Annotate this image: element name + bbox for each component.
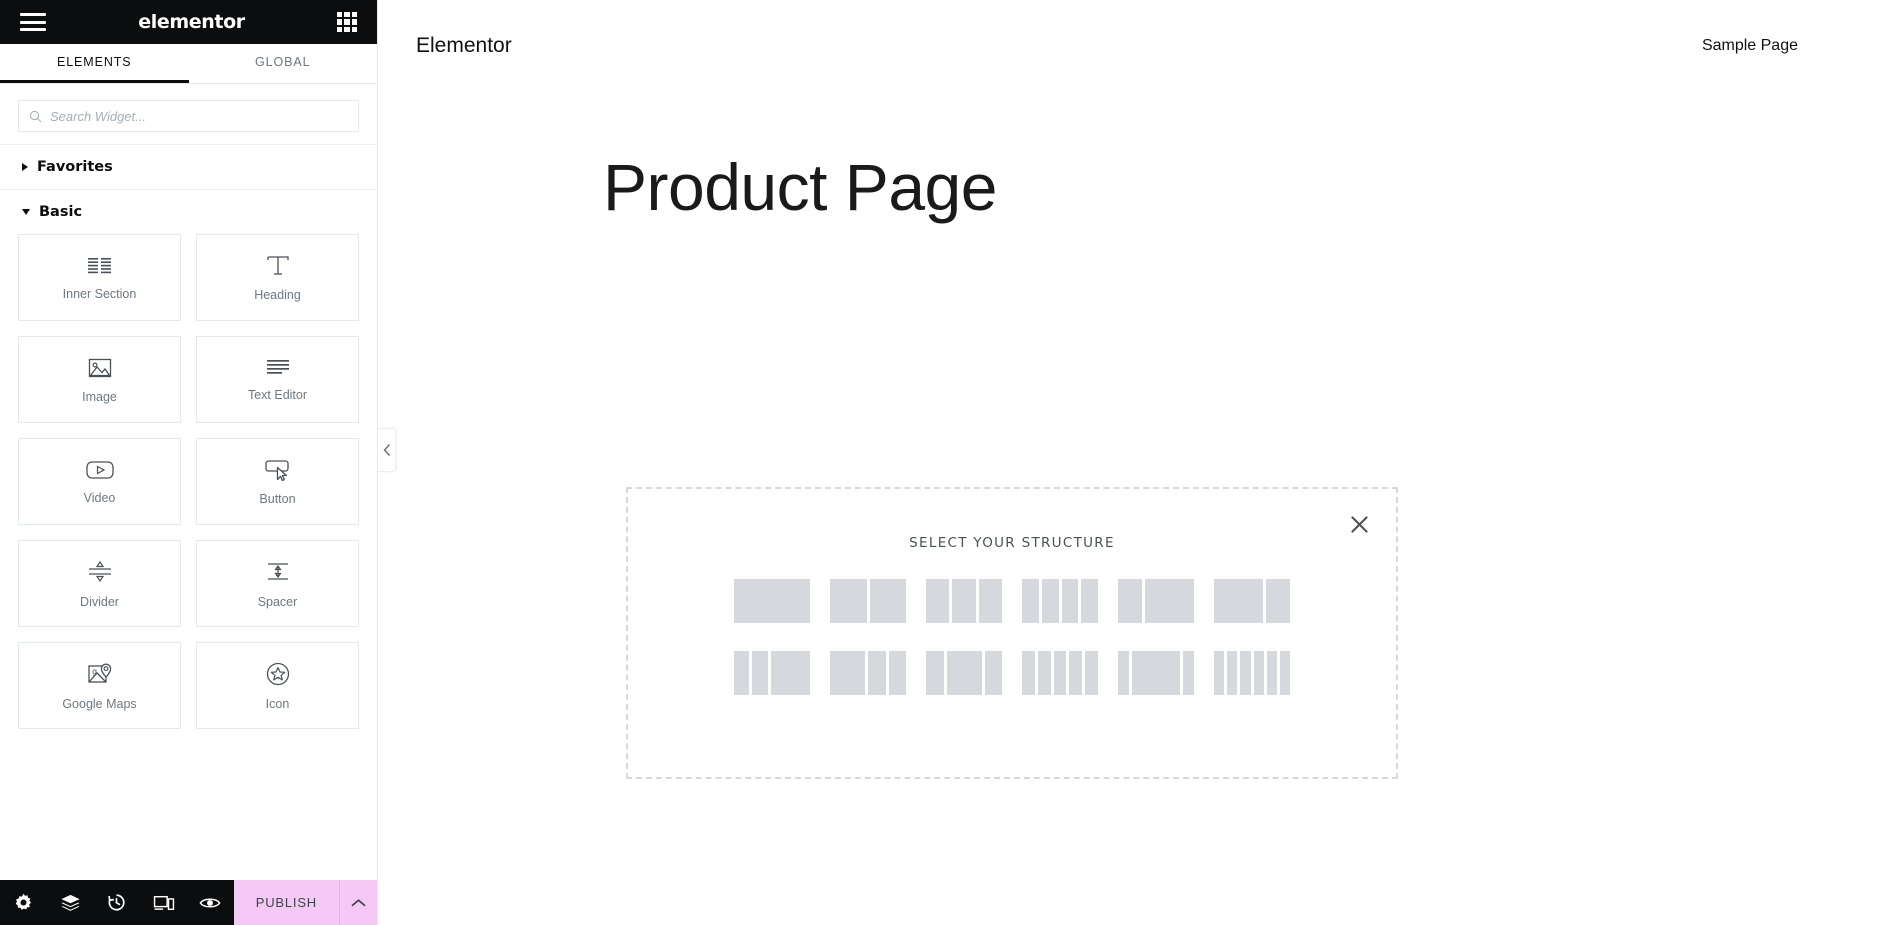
category-basic[interactable]: Basic [0,189,377,234]
widget-label: Google Maps [62,696,137,711]
tab-elements[interactable]: ELEMENTS [0,44,189,83]
widget-heading[interactable]: Heading [196,234,359,321]
structure-preset[interactable] [926,579,1002,623]
widget-divider[interactable]: Divider [18,540,181,627]
search-widget-container [0,84,377,144]
search-input[interactable] [50,108,348,124]
star-circle-icon [266,662,289,685]
chevron-up-icon[interactable] [338,880,377,925]
structure-preset-row-2 [628,651,1396,695]
search-box[interactable] [18,100,359,132]
history-clock-icon[interactable] [94,880,141,925]
structure-preset[interactable] [1214,579,1290,623]
widget-spacer[interactable]: Spacer [196,540,359,627]
responsive-mode-icon[interactable] [140,880,187,925]
structure-preset[interactable] [830,651,906,695]
structure-preset[interactable] [734,579,810,623]
elementor-widget-panel: elementor ELEMENTS GLOBAL Favorites Basi… [0,0,378,925]
close-x-icon[interactable] [1346,511,1372,537]
category-basic-label: Basic [39,204,83,220]
widget-icon[interactable]: Icon [196,642,359,729]
chevron-left-icon [383,444,390,456]
site-header: Elementor Sample Page [378,0,1893,92]
structure-preset[interactable] [1022,651,1098,695]
widget-label: Divider [80,594,119,609]
apps-grid-icon[interactable] [337,12,357,32]
widget-text-editor[interactable]: Text Editor [196,336,359,423]
panel-tabs: ELEMENTS GLOBAL [0,44,377,84]
category-favorites[interactable]: Favorites [0,144,377,189]
widget-button[interactable]: Button [196,438,359,525]
publish-group: PUBLISH [233,880,377,925]
site-title[interactable]: Elementor [416,34,512,58]
preview-eye-icon[interactable] [187,880,234,925]
structure-preset[interactable] [926,651,1002,695]
text-editor-icon [266,359,289,374]
widget-label: Video [83,490,116,505]
structure-preset[interactable] [1214,651,1291,695]
structure-dialog-title: SELECT YOUR STRUCTURE [909,535,1115,551]
chevron-down-icon [22,209,30,215]
structure-preset[interactable] [1022,579,1098,623]
elementor-logo: elementor [138,11,245,33]
widget-label: Spacer [257,594,298,609]
widget-label: Heading [254,287,301,302]
widget-grid: Inner Section Heading Image Text Editor … [0,234,377,743]
structure-preset[interactable] [830,579,906,623]
navigator-layers-icon[interactable] [47,880,94,925]
heading-t-icon [266,255,289,275]
select-structure-dialog: SELECT YOUR STRUCTURE [626,487,1398,779]
page-title: Product Page [603,150,997,224]
panel-header: elementor [0,0,377,44]
hamburger-icon[interactable] [20,13,46,31]
publish-button[interactable]: PUBLISH [234,880,339,925]
inner-section-icon [87,257,111,273]
widget-video[interactable]: Video [18,438,181,525]
divider-icon [88,560,111,582]
panel-footer: PUBLISH [0,880,377,925]
chevron-right-icon [22,163,28,171]
structure-preset[interactable] [734,651,811,695]
widget-label: Button [259,491,296,506]
google-maps-icon: g [87,663,111,683]
button-cursor-icon [264,459,289,481]
widget-label: Text Editor [247,387,308,402]
structure-preset[interactable] [1118,579,1194,623]
nav-link-sample-page[interactable]: Sample Page [1702,37,1798,55]
widget-image[interactable]: Image [18,336,181,423]
category-favorites-label: Favorites [37,159,113,175]
settings-gear-icon[interactable] [0,880,47,925]
widget-label: Image [82,389,117,404]
widget-label: Icon [265,696,290,711]
structure-preset[interactable] [1118,651,1194,695]
page-canvas: Elementor Sample Page Product Page SELEC… [378,0,1893,925]
image-icon [88,358,111,377]
panel-collapse-handle[interactable] [378,428,396,472]
structure-preset-row-1 [628,579,1396,623]
tab-global[interactable]: GLOBAL [189,44,378,83]
widget-label: Inner Section [62,286,137,301]
search-icon [29,110,42,123]
spacer-icon [267,562,288,580]
widget-google-maps[interactable]: g Google Maps [18,642,181,729]
widget-inner-section[interactable]: Inner Section [18,234,181,321]
video-play-icon [85,460,114,479]
